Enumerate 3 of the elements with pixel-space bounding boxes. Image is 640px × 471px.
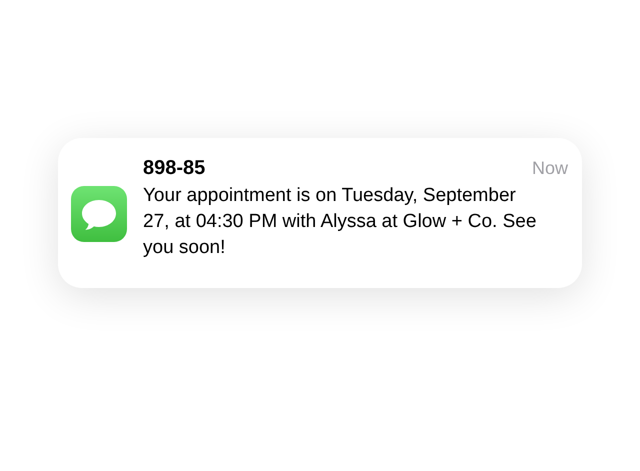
message-text: Your appointment is on Tuesday, September 27, at 04:30 PM with Alyssa at Glow + Co. See you soon! [143, 184, 538, 260]
chat-bubble-icon [71, 186, 127, 242]
timestamp: Now [532, 157, 568, 180]
